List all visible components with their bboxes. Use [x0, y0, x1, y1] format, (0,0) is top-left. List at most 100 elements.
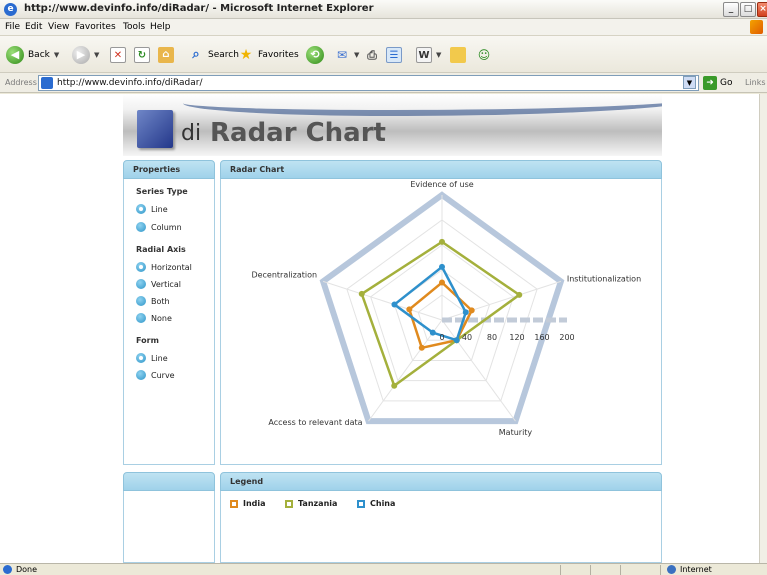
address-dropdown-icon[interactable]: ▼	[683, 76, 696, 89]
option-label: Column	[151, 222, 182, 232]
radial-axis-both-radio[interactable]: Both	[136, 296, 170, 306]
stop-button[interactable]: ✕	[110, 44, 126, 66]
status-divider	[590, 565, 591, 575]
radial-axis-none-radio[interactable]: None	[136, 313, 172, 323]
history-icon: ⟲	[306, 46, 324, 64]
chevron-down-icon[interactable]: ▼	[54, 51, 59, 59]
axis-label: Decentralization	[251, 270, 317, 279]
people-button[interactable]: ☺	[476, 44, 492, 66]
address-url[interactable]: http://www.devinfo.info/diRadar/	[57, 78, 203, 88]
radar-spoke	[322, 280, 443, 321]
status-divider	[620, 565, 621, 575]
axis-label: Access to relevant data	[268, 418, 362, 427]
folder-button[interactable]	[450, 44, 466, 66]
back-arrow-icon: ◀	[6, 46, 24, 64]
radio-icon	[136, 296, 146, 306]
series-line-tanzania	[360, 240, 522, 388]
data-point-tanzania	[391, 382, 398, 389]
history-button[interactable]: ⟲	[306, 44, 324, 66]
series-type-line-radio[interactable]: Line	[136, 204, 168, 214]
axis-label: Institutionalization	[567, 274, 641, 283]
security-zone: Internet	[680, 565, 712, 574]
stop-icon: ✕	[110, 47, 126, 63]
banner-prefix: di	[181, 121, 202, 146]
ie-icon: e	[4, 3, 17, 16]
option-label: Line	[151, 204, 168, 214]
chevron-down-icon[interactable]: ▼	[436, 51, 441, 59]
home-button[interactable]: ⌂	[158, 44, 174, 66]
back-button[interactable]: ◀ Back ▼	[6, 44, 59, 66]
radar-chart: 0 40 80 120 160 200 Evidence of use Institution…	[251, 180, 641, 437]
radial-axis-vertical-radio[interactable]: Vertical	[136, 279, 181, 289]
toolbar: ◀ Back ▼ ▶ ▼ ✕ ↻ ⌂ ⌕ Search ★ Favorites …	[0, 36, 767, 73]
data-point-tanzania	[516, 291, 523, 298]
menu-favorites[interactable]: Favorites	[75, 22, 116, 32]
menu-file[interactable]: File	[5, 22, 20, 32]
properties-header: Properties	[123, 160, 215, 179]
form-heading: Form	[136, 336, 159, 345]
favorites-label: Favorites	[258, 50, 299, 60]
address-bar: Address http://www.devinfo.info/diRadar/…	[0, 73, 767, 93]
chevron-down-icon[interactable]: ▼	[94, 51, 99, 59]
radial-axis-heading: Radial Axis	[136, 245, 186, 254]
search-button[interactable]: ⌕ Search	[188, 44, 239, 66]
refresh-button[interactable]: ↻	[134, 44, 150, 66]
radial-tick-label: 160	[534, 333, 549, 342]
menu-edit[interactable]: Edit	[25, 22, 42, 32]
status-divider	[560, 565, 561, 575]
messenger-button[interactable]: ☰	[386, 44, 402, 66]
form-curve-radio[interactable]: Curve	[136, 370, 175, 380]
data-point-china	[429, 329, 436, 336]
axis-label: Evidence of use	[410, 180, 473, 189]
edit-document-icon: W	[416, 47, 432, 63]
form-line-radio[interactable]: Line	[136, 353, 168, 363]
data-point-china	[439, 263, 445, 270]
data-point-india	[406, 306, 413, 313]
radio-selected-icon	[136, 262, 146, 272]
menu-help[interactable]: Help	[150, 22, 171, 32]
menu-view[interactable]: View	[48, 22, 69, 32]
print-button[interactable]: ⎙	[364, 44, 380, 66]
radial-tick-label: 200	[559, 333, 574, 342]
windows-flag-icon	[750, 20, 763, 34]
status-text: Done	[16, 565, 38, 574]
series-type-heading: Series Type	[136, 187, 188, 196]
close-icon[interactable]: ×	[757, 2, 767, 17]
address-input[interactable]: http://www.devinfo.info/diRadar/	[38, 75, 699, 91]
legend-label: India	[243, 499, 266, 508]
radio-selected-icon	[136, 204, 146, 214]
folder-icon	[450, 47, 466, 63]
legend-label: China	[370, 499, 396, 508]
go-button[interactable]: ➜ Go	[703, 76, 732, 90]
data-point-india	[468, 307, 475, 314]
series-type-column-radio[interactable]: Column	[136, 222, 182, 232]
minimize-icon[interactable]: _	[723, 2, 739, 17]
banner-swoosh	[183, 94, 662, 116]
favorites-button[interactable]: ★ Favorites	[238, 44, 299, 66]
links-button[interactable]: Links	[745, 78, 766, 87]
vertical-scrollbar[interactable]	[759, 94, 767, 563]
radial-tick-label: 40	[462, 333, 472, 342]
legend-item-india: India	[230, 499, 266, 508]
option-label: None	[151, 313, 172, 323]
radio-icon	[136, 370, 146, 380]
search-icon: ⌕	[192, 47, 200, 62]
menu-tools[interactable]: Tools	[123, 22, 145, 32]
radial-axis-horizontal-radio[interactable]: Horizontal	[136, 262, 192, 272]
forward-button[interactable]: ▶ ▼	[72, 44, 99, 66]
radial-tick-label: 120	[509, 333, 524, 342]
legend-item-china: China	[357, 499, 395, 508]
mail-button[interactable]: ✉ ▼	[334, 44, 359, 66]
go-arrow-icon: ➜	[703, 76, 717, 90]
legend-swatch	[285, 499, 293, 508]
option-label: Both	[151, 296, 170, 306]
maximize-icon[interactable]: □	[740, 2, 756, 17]
chevron-down-icon[interactable]: ▼	[354, 51, 359, 59]
data-point-china	[453, 337, 460, 344]
address-label: Address	[5, 78, 37, 87]
data-point-tanzania	[358, 290, 365, 297]
radar-spoke	[368, 319, 443, 422]
option-label: Line	[151, 353, 168, 363]
search-label: Search	[208, 50, 239, 60]
edit-button[interactable]: W ▼	[416, 44, 441, 66]
